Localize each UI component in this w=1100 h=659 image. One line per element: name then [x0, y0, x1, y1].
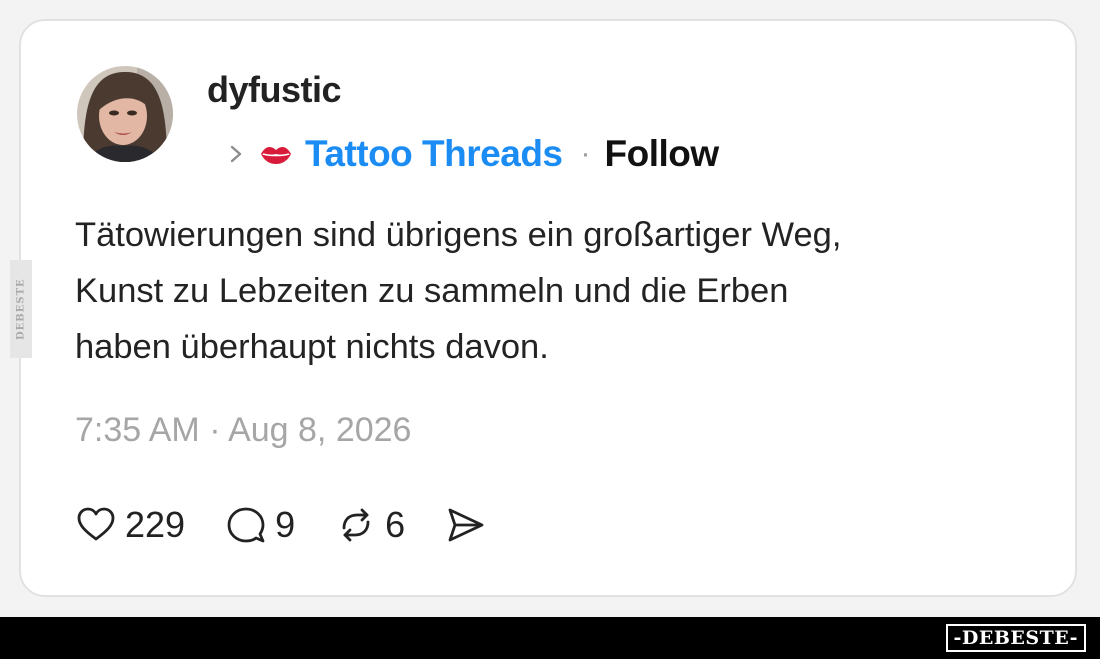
speech-bubble-icon	[227, 507, 265, 543]
heart-icon	[77, 507, 115, 541]
reply-count: 9	[275, 504, 296, 545]
follow-button[interactable]: Follow	[605, 133, 720, 175]
like-button[interactable]: 229	[75, 504, 185, 546]
avatar-image	[77, 66, 173, 162]
action-bar: 229 9 6	[75, 500, 527, 550]
separator-dot: ·	[580, 137, 591, 170]
post-text-line: haben überhaupt nichts davon.	[75, 328, 549, 366]
like-count: 229	[125, 504, 186, 545]
share-button[interactable]	[445, 504, 487, 546]
community-link[interactable]: Tattoo Threads	[305, 133, 563, 175]
repost-count: 6	[385, 504, 406, 545]
side-watermark: DEBESTE	[10, 260, 32, 358]
post-text-line: Kunst zu Lebzeiten zu sammeln und die Er…	[75, 272, 789, 310]
repost-button[interactable]: 6	[335, 504, 405, 546]
send-arrow-icon	[448, 508, 484, 542]
chevron-right-icon	[230, 145, 242, 163]
post-meta-row: Tattoo Threads · Follow	[227, 129, 719, 179]
post-card: dyfustic Tattoo Threads · Follow Tätowie…	[19, 19, 1077, 597]
post-text: Tätowierungen sind übrigens ein großarti…	[75, 207, 995, 375]
repost-arrows-icon	[342, 508, 370, 542]
username[interactable]: dyfustic	[207, 69, 342, 111]
post-text-line: Tätowierungen sind übrigens ein großarti…	[75, 216, 842, 254]
post-timestamp: 7:35 AM · Aug 8, 2026	[75, 411, 412, 449]
bottom-banner: -DEBESTE-	[0, 617, 1100, 659]
lips-icon	[261, 146, 291, 164]
watermark-logo: -DEBESTE-	[945, 624, 1086, 652]
avatar[interactable]	[77, 66, 173, 162]
reply-button[interactable]: 9	[225, 504, 295, 546]
